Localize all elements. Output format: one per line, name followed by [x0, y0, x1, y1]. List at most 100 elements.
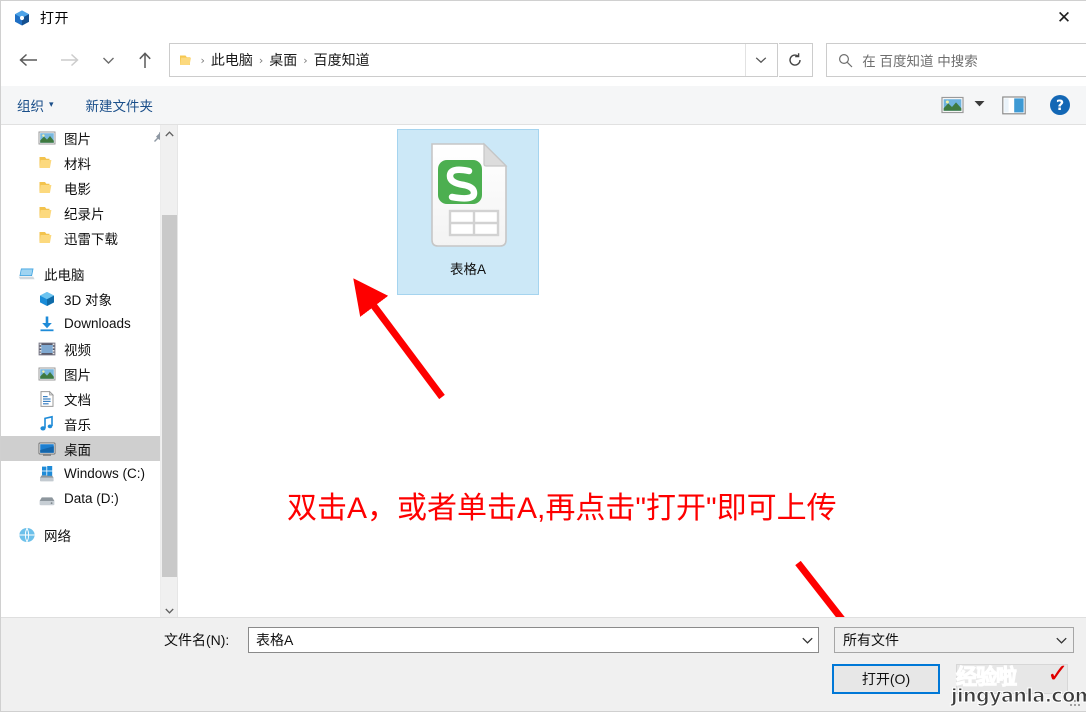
filename-value: 表格A [256, 632, 294, 648]
navigation-bar: › 此电脑 › 桌面 › 百度知道 在 百度知道 中搜索 [1, 34, 1086, 86]
organize-button[interactable]: 组织 ▾ [17, 95, 54, 115]
sidebar-item-label: 迅雷下载 [64, 231, 118, 247]
open-dialog-icon [13, 9, 31, 27]
desktop-icon [37, 439, 56, 458]
address-bar[interactable]: › 此电脑 › 桌面 › 百度知道 [169, 43, 778, 77]
sidebar-item-12[interactable]: 桌面 [1, 436, 177, 461]
recent-locations-chevron-down-icon[interactable] [94, 45, 123, 75]
pictures-icon [37, 128, 56, 147]
downloads-icon [37, 314, 56, 333]
breadcrumb[interactable]: › 此电脑 › 桌面 › 百度知道 [170, 44, 744, 76]
up-one-level-icon[interactable] [131, 45, 160, 75]
sidebar-item-14[interactable]: Data (D:) [1, 486, 177, 511]
filetype-dropdown[interactable]: 所有文件 [834, 627, 1074, 653]
search-input[interactable]: 在 百度知道 中搜索 [826, 43, 1086, 77]
sidebar-item-label: 音乐 [64, 417, 91, 433]
documents-icon [37, 389, 56, 408]
sidebar-item-7[interactable]: Downloads [1, 311, 177, 336]
3d-objects-icon [37, 289, 56, 308]
sidebar-item-label: 此电脑 [44, 267, 85, 283]
view-chevron-down-icon[interactable] [974, 100, 985, 110]
sidebar-item-3[interactable]: 纪录片 [1, 200, 177, 225]
close-icon[interactable]: ✕ [1041, 1, 1086, 34]
sidebar-item-8[interactable]: 视频 [1, 336, 177, 361]
sidebar-item-9[interactable]: 图片 [1, 361, 177, 386]
sidebar-item-label: 图片 [64, 131, 91, 147]
sidebar-item-5[interactable]: 此电脑 [1, 261, 177, 286]
wps-spreadsheet-icon [422, 140, 514, 252]
sidebar-item-label: 纪录片 [64, 206, 105, 222]
sidebar-item-label: 图片 [64, 367, 91, 383]
breadcrumb-item-1[interactable]: 桌面 [263, 50, 303, 70]
sidebar-item-label: Data (D:) [64, 491, 119, 506]
sidebar-item-13[interactable]: Windows (C:) [1, 461, 177, 486]
file-list-pane[interactable]: 表格A [178, 125, 1086, 619]
folder-icon [37, 178, 56, 197]
navigation-group-gap [1, 250, 177, 261]
file-name-label: 表格A [449, 262, 486, 277]
view-options-icon[interactable] [938, 95, 966, 115]
chevron-down-icon: ▾ [49, 100, 54, 110]
sidebar-item-label: Windows (C:) [64, 466, 146, 481]
refresh-icon[interactable] [778, 43, 814, 77]
folder-icon [37, 203, 56, 222]
sidebar-item-2[interactable]: 电影 [1, 175, 177, 200]
sidebar-item-11[interactable]: 音乐 [1, 411, 177, 436]
sidebar-scrollbar-thumb[interactable] [162, 215, 177, 577]
back-icon[interactable] [14, 45, 43, 75]
network-icon [17, 525, 36, 544]
command-bar-right: ? [938, 94, 1086, 116]
window-title: 打开 [40, 9, 69, 26]
file-item-selected[interactable]: 表格A [397, 129, 539, 295]
organize-label: 组织 [17, 99, 44, 114]
sidebar-item-label: 电影 [64, 181, 91, 197]
command-bar: 组织 ▾ 新建文件夹 ? [1, 86, 1086, 125]
preview-pane-icon[interactable] [1001, 94, 1027, 116]
navigation-pane[interactable]: 图片 材料 电影 纪录片 迅雷下载 此电脑 3D 对象 Downloads 视频 图片 文档 音乐 桌面… [1, 125, 177, 619]
sidebar-item-1[interactable]: 材料 [1, 150, 177, 175]
filename-input[interactable]: 表格A [248, 627, 819, 653]
folder-icon [37, 153, 56, 172]
new-folder-button[interactable]: 新建文件夹 [86, 95, 154, 115]
music-icon [37, 414, 56, 433]
open-button[interactable]: 打开(O) [832, 664, 940, 694]
sidebar-item-label: 材料 [64, 156, 91, 172]
forward-icon [55, 45, 84, 75]
this-pc-icon [17, 264, 36, 283]
cancel-button[interactable] [956, 664, 1068, 694]
title-bar: 打开 ✕ [1, 1, 1086, 34]
drive-icon [37, 489, 56, 508]
sidebar-item-label: 文档 [64, 392, 91, 408]
sidebar-item-10[interactable]: 文档 [1, 386, 177, 411]
sidebar-item-label: 视频 [64, 342, 91, 358]
videos-icon [37, 339, 56, 358]
open-file-dialog: 打开 ✕ › 此电脑 › 桌面 › 百度知道 在 百度知道 中搜索 组织 ▾ 新… [0, 0, 1086, 712]
scroll-up-chevron-up-icon[interactable] [161, 125, 177, 142]
navigation-list: 图片 材料 电影 纪录片 迅雷下载 此电脑 3D 对象 Downloads 视频 图片 文档 音乐 桌面… [1, 125, 177, 547]
dialog-body: 图片 材料 电影 纪录片 迅雷下载 此电脑 3D 对象 Downloads 视频 图片 文档 音乐 桌面… [1, 125, 1086, 619]
sidebar-item-label: 3D 对象 [64, 292, 113, 308]
svg-text:?: ? [1056, 98, 1064, 114]
pictures-icon [37, 364, 56, 383]
search-placeholder: 在 百度知道 中搜索 [862, 54, 978, 69]
sidebar-item-15[interactable]: 网络 [1, 522, 177, 547]
help-icon[interactable]: ? [1049, 94, 1071, 116]
search-icon [838, 53, 853, 68]
address-chevron-down-icon[interactable] [744, 44, 777, 76]
windows-drive-icon [37, 464, 56, 483]
navigation-group-gap [1, 511, 177, 522]
sidebar-item-0[interactable]: 图片 [1, 125, 177, 150]
new-folder-label: 新建文件夹 [85, 99, 154, 114]
filetype-chevron-down-icon[interactable] [1049, 628, 1073, 652]
filename-chevron-down-icon[interactable] [796, 628, 818, 652]
folder-icon [179, 52, 198, 68]
folder-icon [37, 228, 56, 247]
sidebar-item-label: 桌面 [64, 442, 91, 458]
sidebar-item-4[interactable]: 迅雷下载 [1, 225, 177, 250]
sidebar-item-label: Downloads [64, 316, 131, 331]
breadcrumb-item-0[interactable]: 此电脑 [205, 50, 259, 70]
sidebar-scrollbar[interactable] [160, 125, 177, 619]
breadcrumb-item-2[interactable]: 百度知道 [308, 50, 376, 70]
resize-grip[interactable] [1070, 696, 1082, 708]
sidebar-item-6[interactable]: 3D 对象 [1, 286, 177, 311]
